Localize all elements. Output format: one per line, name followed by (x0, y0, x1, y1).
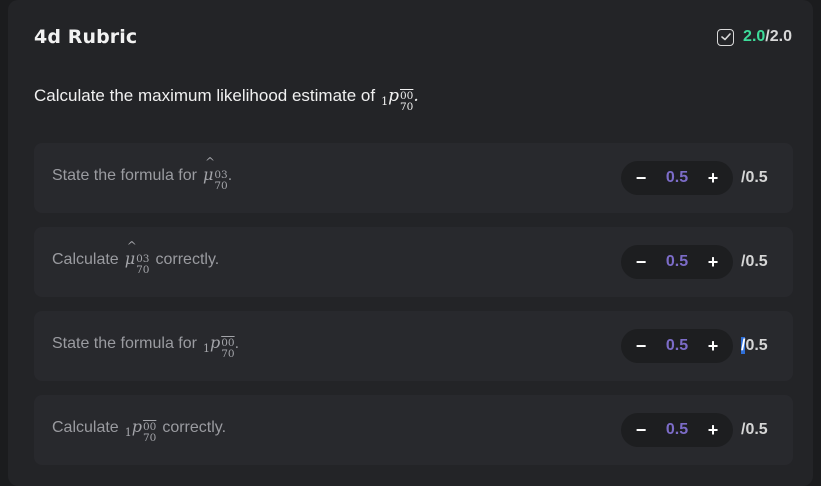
points-stepper: − 0.5 + (621, 413, 733, 447)
math-sub: 70 (142, 431, 157, 444)
score-earned: 2.0 (743, 28, 766, 45)
points-value[interactable]: 0.5 (666, 169, 688, 187)
criterion-suffix: . (234, 334, 240, 352)
math-base: p (209, 332, 221, 352)
question-text: Calculate the maximum likelihood estimat… (34, 86, 419, 113)
math-prefix: 1 (202, 341, 210, 355)
math-sup: 00 (400, 90, 414, 102)
math-scripts: 00 70 (221, 336, 235, 360)
math-end: . (413, 86, 419, 106)
points-stepper: − 0.5 + (621, 245, 733, 279)
increment-button[interactable]: + (705, 337, 721, 355)
math-sup: 03 (214, 168, 228, 181)
criterion-row: State the formula for 1 p 00 70. − 0.5 + /0… (34, 311, 793, 381)
decrement-button[interactable]: − (633, 253, 649, 271)
increment-button[interactable]: + (705, 169, 721, 187)
points-max: /0.5 (741, 169, 768, 186)
criterion-suffix: . (227, 166, 233, 184)
criterion-row: Calculate μ0370 correctly. − 0.5 + /0.5 (34, 227, 793, 297)
criterion-math: 1 p 00 70 (203, 333, 235, 360)
math-sup: 00 (221, 336, 235, 349)
criterion-label: State the formula for μ0370. (52, 155, 233, 192)
math-scripts: 03 70 (214, 168, 228, 192)
criterion-math: μ0370 (203, 155, 228, 192)
points-value[interactable]: 0.5 (666, 421, 688, 439)
points-control: − 0.5 + /0.5 (621, 245, 775, 279)
criterion-label: State the formula for 1 p 00 70. (52, 333, 239, 360)
points-control: − 0.5 + /0.5 (621, 413, 775, 447)
criterion-text: Calculate (52, 418, 119, 436)
math-base: p (131, 416, 142, 436)
math-base: μ (125, 239, 138, 268)
math-base: μ (203, 155, 216, 184)
math-sup: 00 (142, 420, 157, 433)
points-control: − 0.5 + /0.5 (621, 329, 775, 363)
criterion-row: State the formula for μ0370. − 0.5 + /0.… (34, 143, 793, 213)
points-max: /0.5 (741, 337, 775, 355)
question-prompt: Calculate the maximum likelihood estimat… (34, 86, 376, 105)
math-prefix: 1 (381, 95, 389, 108)
rubric-panel: 4d Rubric 2.0/2.0 Calculate the maximum … (8, 0, 813, 486)
decrement-button[interactable]: − (633, 337, 649, 355)
math-prefix: 1 (124, 425, 132, 439)
score-summary: 2.0/2.0 (717, 28, 792, 46)
math-scripts: 03 70 (136, 252, 150, 276)
points-control: − 0.5 + /0.5 (621, 161, 775, 195)
math-scripts: 00 70 (142, 420, 157, 444)
criterion-suffix: correctly. (162, 418, 227, 436)
increment-button[interactable]: + (705, 253, 721, 271)
rubric-title: 4d Rubric (34, 26, 138, 48)
points-value[interactable]: 0.5 (666, 337, 688, 355)
math-sub: 70 (136, 263, 150, 276)
points-value[interactable]: 0.5 (666, 253, 688, 271)
math-sub: 70 (214, 179, 228, 192)
points-max: /0.5 (741, 253, 768, 270)
math-sub: 70 (221, 347, 235, 360)
criterion-math: 1 p 00 70 (125, 417, 157, 444)
points-max: /0.5 (741, 421, 768, 438)
criterion-label: Calculate 1 p 00 70 correctly. (52, 417, 226, 444)
math-scripts: 00 70 (400, 90, 414, 113)
criterion-suffix: correctly. (155, 250, 220, 268)
checkbox-check-icon[interactable] (717, 28, 735, 46)
points-stepper: − 0.5 + (621, 161, 733, 195)
points-stepper: − 0.5 + (621, 329, 733, 363)
rubric-header: 4d Rubric 2.0/2.0 (34, 22, 792, 52)
increment-button[interactable]: + (705, 421, 721, 439)
math-base: p (388, 86, 399, 106)
criterion-text: State the formula for (52, 166, 197, 184)
rubric-criteria-list: State the formula for μ0370. − 0.5 + /0.… (34, 143, 793, 479)
score-total: 2.0 (769, 28, 792, 45)
question-math: 1 p 00 70. (381, 86, 419, 113)
decrement-button[interactable]: − (633, 421, 649, 439)
criterion-row: Calculate 1 p 00 70 correctly. − 0.5 + /0.5 (34, 395, 793, 465)
score-value: 2.0/2.0 (743, 28, 792, 46)
criterion-math: μ0370 (125, 239, 150, 276)
criterion-label: Calculate μ0370 correctly. (52, 239, 220, 276)
criterion-text: Calculate (52, 250, 119, 268)
math-sup: 03 (136, 252, 150, 265)
decrement-button[interactable]: − (633, 169, 649, 187)
criterion-text: State the formula for (52, 334, 197, 352)
math-sub: 70 (400, 101, 414, 113)
points-max-rest: 0.5 (745, 337, 768, 354)
